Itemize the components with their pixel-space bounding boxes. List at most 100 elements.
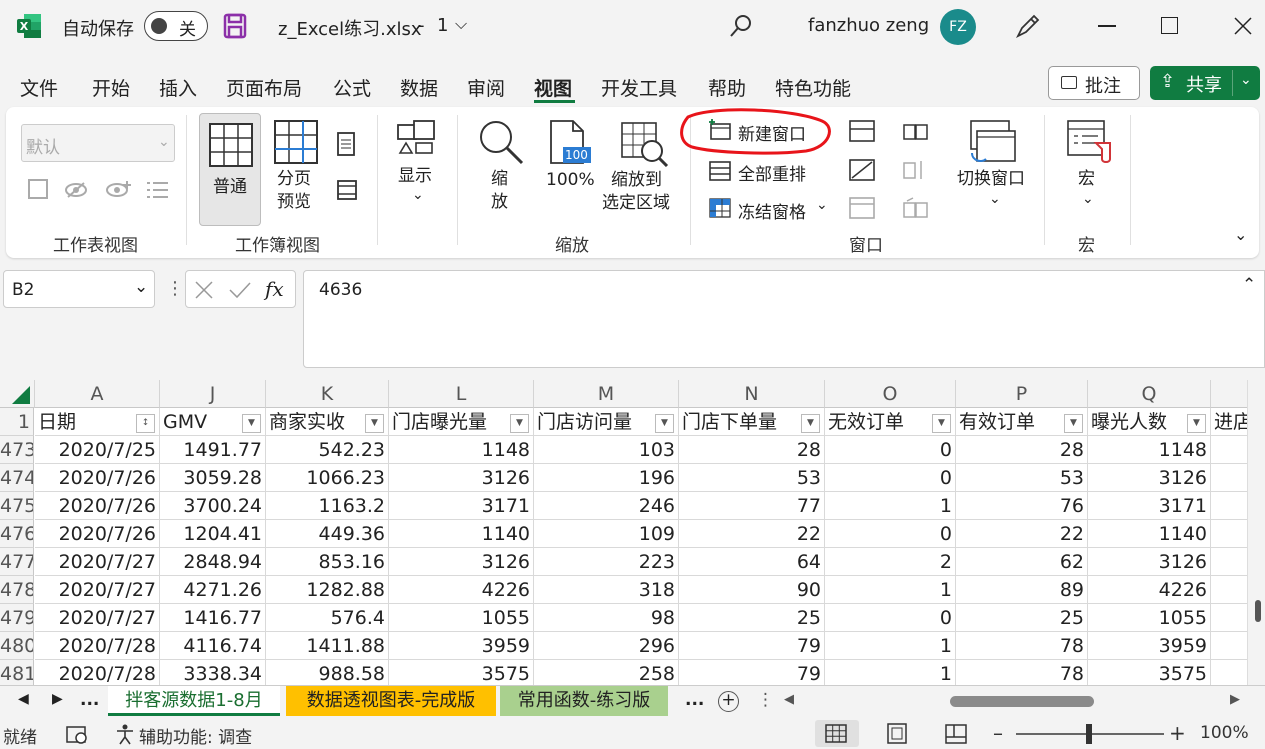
row-header[interactable]: 473 [0, 436, 34, 464]
table-cell[interactable]: 79 [679, 660, 825, 685]
view-side-by-side-icon[interactable] [903, 120, 929, 142]
select-all-corner[interactable] [0, 380, 35, 408]
sheet-tab-source-data[interactable]: 拌客源数据1-8月 [108, 686, 280, 716]
table-cell[interactable]: 3126 [389, 464, 534, 492]
table-cell[interactable]: 1163.2 [266, 492, 389, 520]
table-cell[interactable]: 103 [534, 436, 679, 464]
scroll-left-icon[interactable]: ◀ [784, 692, 794, 707]
show-label[interactable]: 显示 [398, 165, 432, 188]
zoom-selection-label-2[interactable]: 选定区域 [602, 192, 670, 215]
row-header[interactable]: 475 [0, 492, 34, 520]
macros-label[interactable]: 宏 [1078, 168, 1095, 191]
header-cell[interactable]: 门店访问量 ▼ [534, 408, 679, 436]
tab-review[interactable]: 审阅 [467, 74, 505, 101]
search-icon[interactable] [728, 13, 754, 39]
add-sheet-button[interactable]: + [718, 691, 739, 712]
cancel-icon[interactable] [194, 280, 214, 300]
row-header[interactable]: 478 [0, 576, 34, 604]
row-header[interactable]: 476 [0, 520, 34, 548]
table-cell[interactable]: 3126 [1088, 464, 1211, 492]
column-header-a[interactable]: A [35, 380, 160, 408]
sheet-tab-pivot[interactable]: 数据透视图表-完成版 [286, 686, 496, 716]
zoom-label-2[interactable]: 放 [491, 191, 508, 214]
table-cell[interactable]: 1204.41 [160, 520, 266, 548]
table-cell[interactable]: 3171 [389, 492, 534, 520]
table-cell[interactable]: 1 [825, 492, 956, 520]
table-cell[interactable]: 0 [825, 604, 956, 632]
accessibility-status[interactable]: 辅助功能: 调查 [139, 723, 252, 748]
zoom-selection-label-1[interactable]: 缩放到 [611, 169, 662, 192]
table-cell[interactable]: 2848.94 [160, 548, 266, 576]
zoom-icon[interactable] [478, 119, 524, 165]
table-cell[interactable]: 3338.34 [160, 660, 266, 685]
table-cell[interactable]: 53 [956, 464, 1088, 492]
page-layout-icon[interactable] [336, 131, 358, 157]
accessibility-icon[interactable] [114, 723, 136, 745]
chevron-down-icon[interactable]: ⌄ [412, 187, 424, 203]
freeze-panes-label[interactable]: 冻结窗格 [738, 198, 806, 223]
tab-page-layout[interactable]: 页面布局 [226, 74, 302, 101]
table-cell[interactable]: 3126 [1088, 548, 1211, 576]
table-cell[interactable]: 1148 [1088, 436, 1211, 464]
table-cell[interactable]: 1055 [1088, 604, 1211, 632]
table-cell[interactable]: 53 [679, 464, 825, 492]
autosave-toggle[interactable]: 关 [144, 11, 208, 41]
chevron-down-icon[interactable]: ⌄ [134, 277, 148, 297]
tabs-ellipsis-left[interactable]: ... [80, 690, 99, 710]
zoom-out-button[interactable]: – [993, 721, 1003, 745]
table-cell[interactable]: 25 [679, 604, 825, 632]
formula-input[interactable]: 4636 ⌃ [303, 270, 1265, 368]
table-cell[interactable]: 109 [534, 520, 679, 548]
filter-dropdown-icon[interactable]: ▼ [1187, 414, 1206, 433]
table-cell[interactable]: 3700.24 [160, 492, 266, 520]
tab-data[interactable]: 数据 [400, 74, 438, 101]
tab-file[interactable]: 文件 [20, 74, 58, 101]
table-cell[interactable]: 2020/7/28 [35, 660, 160, 685]
table-cell[interactable]: 0 [825, 520, 956, 548]
table-cell[interactable]: 89 [956, 576, 1088, 604]
header-cell[interactable]: 门店下单量 ▼ [679, 408, 825, 436]
table-cell[interactable]: 1 [825, 632, 956, 660]
zoom-100-icon[interactable]: 100 [547, 119, 591, 165]
tabs-splitter-icon[interactable]: ⋮ [757, 690, 774, 710]
table-cell[interactable]: 62 [956, 548, 1088, 576]
header-cell[interactable]: 有效订单 ▼ [956, 408, 1088, 436]
table-cell[interactable]: 2020/7/26 [35, 520, 160, 548]
table-cell[interactable]: 22 [679, 520, 825, 548]
table-cell[interactable]: 3959 [1088, 632, 1211, 660]
tab-formulas[interactable]: 公式 [333, 74, 371, 101]
header-cell[interactable]: 门店曝光量 ▼ [389, 408, 534, 436]
table-cell[interactable]: 28 [679, 436, 825, 464]
scrollbar-thumb[interactable] [950, 696, 1094, 707]
table-cell[interactable]: 2020/7/25 [35, 436, 160, 464]
page-break-status-icon[interactable] [944, 723, 968, 745]
row-header[interactable]: 480 [0, 632, 34, 660]
table-cell[interactable]: 76 [956, 492, 1088, 520]
table-cell[interactable]: 1140 [1088, 520, 1211, 548]
table-cell[interactable]: 449.36 [266, 520, 389, 548]
table-cell[interactable]: 4116.74 [160, 632, 266, 660]
tab-home[interactable]: 开始 [92, 74, 130, 101]
chevron-down-icon[interactable]: ⌄ [816, 197, 828, 213]
tabs-ellipsis-right[interactable]: ... [685, 690, 704, 710]
zoom-level[interactable]: 100% [1200, 723, 1249, 743]
row-header[interactable]: 481 [0, 660, 34, 685]
zoom-100-label[interactable]: 100% [546, 169, 595, 192]
table-cell[interactable]: 296 [534, 632, 679, 660]
filter-dropdown-icon[interactable]: ▼ [932, 414, 951, 433]
name-box[interactable]: B2 ⌄ [3, 270, 155, 308]
table-cell[interactable]: 853.16 [266, 548, 389, 576]
table-cell[interactable]: 1491.77 [160, 436, 266, 464]
chevron-down-icon[interactable]: ⌄ [1240, 72, 1252, 88]
table-cell[interactable]: 77 [679, 492, 825, 520]
header-cell[interactable]: 日期 ↕ [35, 408, 160, 436]
custom-views-icon[interactable] [336, 177, 358, 203]
filter-dropdown-icon[interactable]: ▼ [1064, 414, 1083, 433]
zoom-in-button[interactable]: + [1169, 721, 1186, 745]
table-cell[interactable]: 64 [679, 548, 825, 576]
formula-bar-handle-icon[interactable]: ⋮ [166, 278, 184, 299]
tab-special[interactable]: 特色功能 [775, 74, 851, 101]
table-cell[interactable]: 3959 [389, 632, 534, 660]
page-break-label-1[interactable]: 分页 [277, 168, 311, 191]
table-cell[interactable]: 3575 [1088, 660, 1211, 685]
